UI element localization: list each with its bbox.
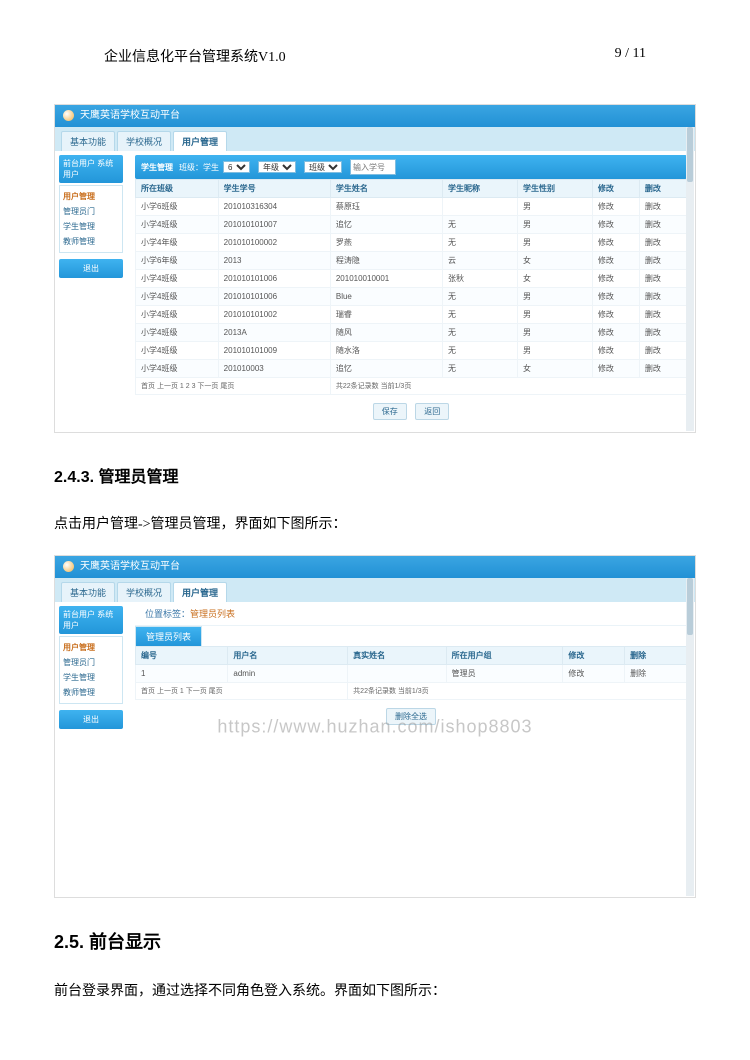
col-id: 学生学号 [218,180,330,198]
col-edit: 修改 [592,180,639,198]
table-row: 小学6年级2013程涛隐云女修改删改 [136,252,687,270]
app-title: 天鹰英语学校互动平台 [80,110,180,121]
sec2-title: 前台显示 [89,932,161,952]
app-title: 天鹰英语学校互动平台 [80,561,180,572]
table-row: 小学4班级201010101006Blue无男修改删改 [136,288,687,306]
table-row: 小学4班级201010101009随水洛无男修改删改 [136,342,687,360]
table-row: 小学4班级201010101002瑞睿无男修改删改 [136,306,687,324]
app-title-bar: 天鹰英语学校互动平台 [55,105,695,127]
select-grade[interactable]: 年级 [258,161,296,173]
breadcrumb: 位置标签：管理员列表 [135,602,687,626]
top-tabs: 基本功能 学校概况 用户管理 [55,578,695,602]
table-row: 小学4班级201010101006201010010001张秋女修改删改 [136,270,687,288]
logout-button[interactable]: 退出 [59,259,123,278]
tab-basic[interactable]: 基本功能 [61,582,115,602]
admin-table: 编号 用户名 真实姓名 所在用户组 修改 删除 1 admin 管理员 修改 删… [135,646,687,700]
doc-title: 企业信息化平台管理系统V1.0 [104,46,286,66]
col-group: 所在用户组 [446,647,563,665]
sidebar-head: 前台用户 系统用户 [59,155,123,183]
tab-school[interactable]: 学校概况 [117,131,171,151]
sidebar: 前台用户 系统用户 用户管理 管理员门 学生管理 教师管理 退出 [55,151,127,432]
filter-label: 学生管理 [141,162,173,173]
select-class[interactable]: 班级 [304,161,342,173]
sidebar-item-student[interactable]: 学生管理 [62,670,120,685]
app-title-bar: 天鹰英语学校互动平台 [55,556,695,578]
col-edit: 修改 [563,647,625,665]
scroll-bar[interactable] [686,578,694,896]
student-table: 所在班级 学生学号 学生姓名 学生昵称 学生性别 修改 删改 小学6班级2010… [135,179,687,395]
sidebar-item-admin[interactable]: 管理员门 [62,655,120,670]
main-panel: 学生管理 班级：学生 6 年级 班级 所在班级 学生学号 学生姓名 学生昵称 学… [127,151,695,432]
screenshot-admin-management: 天鹰英语学校互动平台 基本功能 学校概况 用户管理 前台用户 系统用户 用户管理… [54,555,696,898]
sec1-title: 管理员管理 [98,469,178,486]
tab-school[interactable]: 学校概况 [117,582,171,602]
scroll-bar[interactable] [686,127,694,431]
main-panel: 位置标签：管理员列表 管理员列表 编号 用户名 真实姓名 所在用户组 修改 删除… [127,602,695,897]
col-class: 所在班级 [136,180,219,198]
sec1-no: 2.4.3. [54,469,94,486]
col-no: 编号 [136,647,228,665]
scroll-thumb[interactable] [687,127,693,182]
pager-left[interactable]: 首页 上一页 1 2 3 下一页 尾页 [136,378,331,395]
tab-basic[interactable]: 基本功能 [61,131,115,151]
sidebar-item-teacher[interactable]: 教师管理 [62,234,120,249]
pager-left[interactable]: 首页 上一页 1 下一页 尾页 [136,683,348,700]
text-2: 前台登录界面，通过选择不同角色登入系统。界面如下图所示： [54,980,696,1000]
sidebar-item-admin[interactable]: 管理员门 [62,204,120,219]
table-row: 小学4年级201010100002罗燕无男修改删改 [136,234,687,252]
subtab-admin-list[interactable]: 管理员列表 [135,626,202,646]
sec2-no: 2.5. [54,932,84,952]
pager-right: 共22条记录数 当前1/3页 [330,378,686,395]
table-row: 1 admin 管理员 修改 删除 [136,665,687,683]
select-level[interactable]: 6 [223,161,250,173]
scroll-thumb[interactable] [687,578,693,635]
col-gender: 学生性别 [517,180,592,198]
col-del: 删改 [639,180,686,198]
logout-button[interactable]: 退出 [59,710,123,729]
sidebar: 前台用户 系统用户 用户管理 管理员门 学生管理 教师管理 退出 [55,602,127,897]
col-user: 用户名 [228,647,348,665]
filter-bar: 学生管理 班级：学生 6 年级 班级 [135,155,687,179]
screenshot-student-management: 天鹰英语学校互动平台 基本功能 学校概况 用户管理 前台用户 系统用户 用户管理… [54,104,696,433]
sidebar-group: 用户管理 [62,640,120,655]
table-row: 小学4班级201010101007追忆无男修改删改 [136,216,687,234]
sidebar-item-student[interactable]: 学生管理 [62,219,120,234]
save-button[interactable]: 保存 [373,403,407,420]
table-row: 小学4班级2013A随风无男修改删改 [136,324,687,342]
col-nick: 学生昵称 [443,180,518,198]
tab-users[interactable]: 用户管理 [173,582,227,602]
filter-term: 班级：学生 [179,162,219,173]
col-del: 删除 [625,647,687,665]
sidebar-item-teacher[interactable]: 教师管理 [62,685,120,700]
back-button[interactable]: 返回 [415,403,449,420]
table-row: 小学6班级201010316304蔡原珏男修改删改 [136,198,687,216]
col-name: 学生姓名 [330,180,442,198]
pager-right: 共22条记录数 当前1/3页 [348,683,687,700]
sidebar-head: 前台用户 系统用户 [59,606,123,634]
doc-pager: 9 / 11 [615,46,646,66]
table-row: 小学4班级201010003追忆无女修改删改 [136,360,687,378]
col-real: 真实姓名 [348,647,446,665]
tab-users[interactable]: 用户管理 [173,131,227,151]
top-tabs: 基本功能 学校概况 用户管理 [55,127,695,151]
delete-all-button[interactable]: 删除全选 [386,708,436,725]
sidebar-group: 用户管理 [62,189,120,204]
search-input[interactable] [350,159,396,175]
text-1: 点击用户管理->管理员管理，界面如下图所示： [54,513,696,533]
